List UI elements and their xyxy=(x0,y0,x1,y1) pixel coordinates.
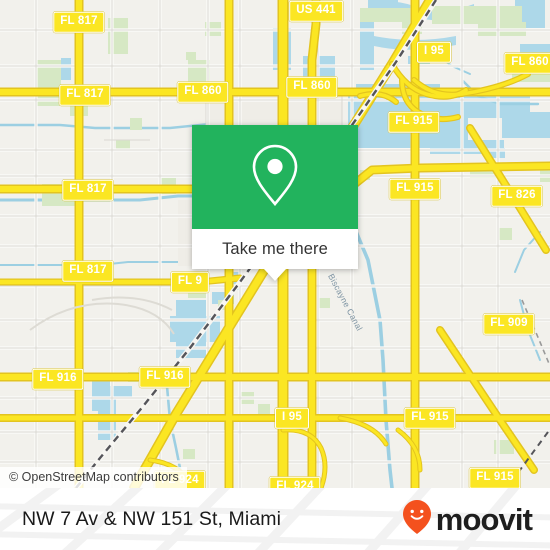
moovit-brand-logo[interactable]: moovit xyxy=(402,499,533,540)
road-shield: FL 860 xyxy=(504,52,550,74)
road-shield: FL 915 xyxy=(469,467,521,488)
road-shield: FL 909 xyxy=(483,313,535,335)
road-shield: FL 817 xyxy=(62,179,114,201)
road-shield: FL 826 xyxy=(491,185,543,207)
road-shield: FL 860 xyxy=(177,81,229,103)
map-canvas[interactable]: FL 817 US 441 I 95 FL 860 FL 860 FL 860 FL 817… xyxy=(0,0,550,488)
road-shield: FL 915 xyxy=(404,407,456,429)
page-title: NW 7 Av & NW 151 St, Miami xyxy=(22,507,282,530)
moovit-map-screenshot: FL 817 US 441 I 95 FL 860 FL 860 FL 860 FL 817… xyxy=(0,0,550,550)
road-shield: FL 817 xyxy=(53,11,105,33)
road-shield: I 95 xyxy=(417,41,451,63)
take-me-there-button[interactable]: Take me there xyxy=(222,240,328,259)
road-shield: FL 9 xyxy=(170,271,210,293)
moovit-pin-smiley-icon xyxy=(402,499,432,540)
callout-header xyxy=(192,125,358,229)
map-pin-icon xyxy=(249,142,301,213)
destination-callout-card[interactable]: Take me there xyxy=(192,125,358,281)
road-shield: FL 817 xyxy=(59,84,111,106)
road-shield: US 441 xyxy=(289,0,343,22)
osm-attribution[interactable]: © OpenStreetMap contributors xyxy=(0,466,187,488)
road-shield: FL 916 xyxy=(32,368,84,390)
callout-footer[interactable]: Take me there xyxy=(192,229,358,281)
brand-wordmark: moovit xyxy=(435,501,533,537)
road-shield: FL 916 xyxy=(139,366,191,388)
road-shield: FL 924 xyxy=(269,476,321,488)
road-shield: FL 915 xyxy=(388,111,440,133)
road-shield: I 95 xyxy=(275,407,309,429)
callout-pointer-tail xyxy=(264,269,286,281)
road-shield: FL 915 xyxy=(389,178,441,200)
road-shield: FL 860 xyxy=(286,76,338,98)
footer-bar: NW 7 Av & NW 151 St, Miami moovit xyxy=(0,488,550,550)
road-shield: FL 817 xyxy=(62,260,114,282)
